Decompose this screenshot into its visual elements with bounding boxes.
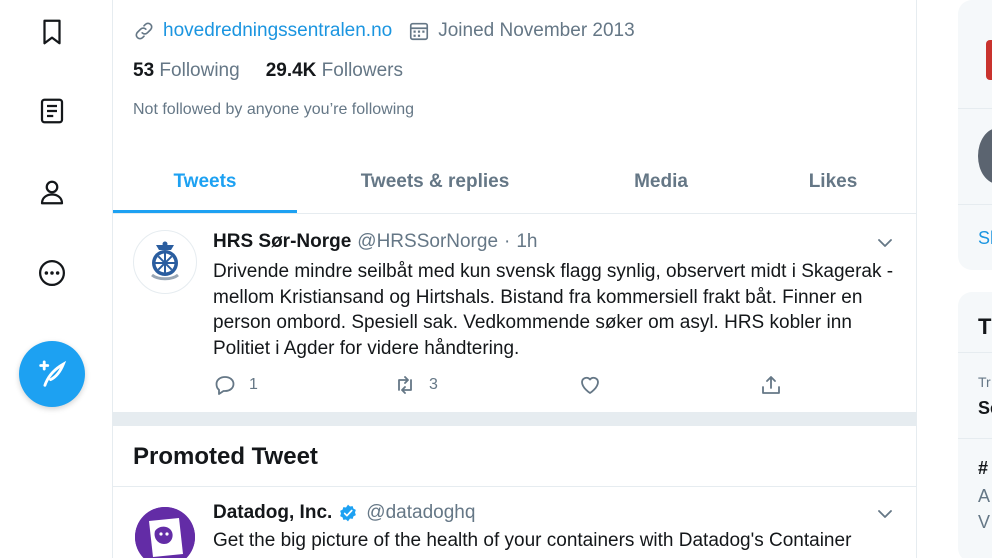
promoted-author-name[interactable]: Datadog, Inc. <box>213 502 332 524</box>
divider <box>958 438 992 439</box>
retweet-button[interactable]: 3 <box>393 373 438 397</box>
right-sidebar: Sh T Tr Se # A V <box>958 0 992 558</box>
promoted-tweet-text: Get the big picture of the health of you… <box>213 530 852 551</box>
profile-joined-date: Joined November 2013 <box>438 20 635 41</box>
bookmarks-nav-item[interactable] <box>34 14 70 50</box>
bookmark-icon <box>43 19 61 45</box>
trend-description: V <box>978 512 991 532</box>
show-more-link[interactable]: Sh <box>978 228 992 249</box>
tweet-text: Drivende mindre seilbåt med kun svensk f… <box>213 261 894 359</box>
left-nav <box>0 0 112 558</box>
hrs-crest-icon <box>151 241 179 281</box>
not-followed-notice: Not followed by anyone you’re following <box>133 101 415 118</box>
trend-description: A <box>978 486 991 506</box>
trend-hashtag[interactable]: # <box>978 458 992 479</box>
profile-nav-item[interactable] <box>34 174 70 210</box>
retweet-icon <box>398 376 412 394</box>
reply-button[interactable]: 1 <box>213 373 258 397</box>
profile-website-link[interactable]: hovedredningssentralen.no <box>163 20 392 42</box>
share-button[interactable] <box>759 373 783 397</box>
compose-tweet-icon <box>39 360 67 387</box>
active-tab-indicator <box>113 210 297 213</box>
more-nav-item[interactable] <box>34 255 70 291</box>
tweet-menu-button[interactable] <box>874 232 896 254</box>
like-button[interactable] <box>578 373 614 397</box>
tweet-header: HRS Sør-Norge @HRSSorNorge · 1h <box>213 231 537 253</box>
avatar[interactable] <box>978 128 992 184</box>
retweet-count: 3 <box>429 376 438 393</box>
tweet-author-name[interactable]: HRS Sør-Norge <box>213 231 351 253</box>
promoted-tweet-heading: Promoted Tweet <box>133 443 318 470</box>
following-count-link[interactable]: 53 Following <box>133 60 240 82</box>
calendar-icon <box>410 22 429 41</box>
chevron-down-icon <box>878 510 892 518</box>
following-label: Following <box>159 60 240 81</box>
tab-likes[interactable]: Likes <box>749 150 917 214</box>
compose-tweet-button[interactable] <box>19 341 85 407</box>
tweet-meta-separator: · <box>504 231 511 252</box>
profile-icon <box>40 180 64 205</box>
main-timeline-column: hovedredningssentralen.no Joined Novembe… <box>112 0 917 558</box>
who-to-follow-card: Sh <box>958 0 992 270</box>
trend-category: Tr <box>978 374 991 390</box>
avatar[interactable] <box>986 40 992 80</box>
divider <box>958 108 992 109</box>
divider <box>113 486 916 487</box>
divider <box>958 204 992 205</box>
trend-name[interactable]: Se <box>978 398 992 419</box>
tweet[interactable]: HRS Sør-Norge @HRSSorNorge · 1h Drivende… <box>113 215 916 412</box>
divider <box>958 352 992 353</box>
followers-label: Followers <box>321 60 403 81</box>
follow-counts: 53 Following 29.4K Followers <box>133 60 429 82</box>
link-icon <box>135 22 153 40</box>
tweet-actions: 1 3 <box>213 373 813 401</box>
trends-card: T Tr Se # A V <box>958 292 992 558</box>
followers-count: 29.4K <box>265 60 317 81</box>
share-icon <box>762 376 780 394</box>
tab-tweets-and-replies[interactable]: Tweets & replies <box>297 150 573 214</box>
profile-tabs: Tweets Tweets & replies Media Likes <box>113 150 916 214</box>
tab-media[interactable]: Media <box>573 150 749 214</box>
lists-icon <box>40 98 64 124</box>
trends-heading: T <box>978 314 992 339</box>
followers-count-link[interactable]: 29.4K Followers <box>266 60 403 82</box>
lists-nav-item[interactable] <box>34 93 70 129</box>
profile-meta-row: hovedredningssentralen.no Joined Novembe… <box>133 20 635 42</box>
reply-icon <box>215 376 235 395</box>
promoted-tweet-header: Datadog, Inc. @datadoghq <box>213 502 475 524</box>
promoted-menu-button[interactable] <box>874 503 896 525</box>
section-separator <box>113 412 916 426</box>
reply-count: 1 <box>249 376 258 393</box>
tab-tweets[interactable]: Tweets <box>113 150 297 214</box>
following-count: 53 <box>133 60 155 81</box>
promoted-avatar[interactable] <box>135 507 195 558</box>
datadog-logo-icon <box>135 507 195 558</box>
tweet-timestamp[interactable]: 1h <box>516 231 537 253</box>
chevron-down-icon <box>878 239 892 247</box>
promoted-author-handle[interactable]: @datadoghq <box>366 502 475 524</box>
verified-badge-icon <box>340 504 357 522</box>
tweet-author-handle[interactable]: @HRSSorNorge <box>357 231 498 253</box>
more-icon <box>39 260 65 286</box>
like-icon <box>581 376 599 394</box>
avatar[interactable] <box>133 230 197 294</box>
